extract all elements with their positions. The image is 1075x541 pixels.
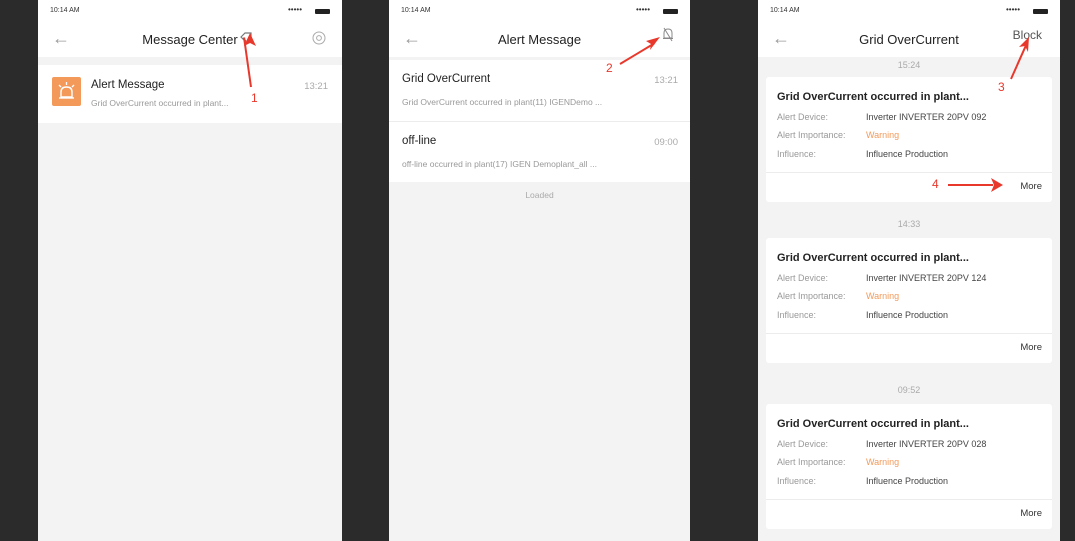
annotation-arrowhead [1019, 37, 1029, 52]
alert-card: Grid OverCurrent occurred in plant... Al… [766, 77, 1052, 202]
mute-bell-icon[interactable] [662, 27, 674, 42]
dark-gap [690, 0, 758, 541]
alert-card: Grid OverCurrent occurred in plant... Al… [766, 404, 1052, 529]
message-center-screen: 10:14 AM ••••• ← Message Center Alert Me… [38, 0, 342, 541]
status-bar: 10:14 AM ••••• [38, 0, 342, 22]
list-item-desc: Grid OverCurrent occurred in plant... [91, 98, 229, 108]
divider [766, 333, 1052, 334]
alert-importance-value: Warning [866, 291, 900, 301]
influence-value: Influence Production [866, 310, 949, 320]
alert-device-value: Inverter INVERTER 20PV 124 [866, 273, 987, 283]
alert-device-label: Alert Device: [777, 112, 829, 122]
battery-icon [315, 9, 330, 14]
alert-card-title: Grid OverCurrent occurred in plant... [777, 91, 969, 103]
alert-importance-label: Alert Importance: [777, 457, 846, 467]
nav-bar: ← Message Center [38, 22, 342, 57]
annotation-label: 2 [606, 61, 613, 75]
influence-value: Influence Production [866, 476, 949, 486]
divider [766, 499, 1052, 500]
list-item-time: 13:21 [654, 75, 678, 86]
more-link[interactable]: More [1020, 181, 1042, 192]
alert-card: Grid OverCurrent occurred in plant... Al… [766, 238, 1052, 363]
influence-value: Influence Production [866, 149, 949, 159]
list-item-title: off-line [402, 135, 437, 147]
more-link[interactable]: More [1020, 342, 1042, 353]
alert-device-value: Inverter INVERTER 20PV 092 [866, 112, 987, 122]
list-item-time: 13:21 [304, 81, 328, 92]
status-time: 10:14 AM [770, 7, 800, 14]
list-item-alert-message[interactable]: Alert Message Grid OverCurrent occurred … [38, 65, 342, 123]
list-item-desc: off-line occurred in plant(17) IGEN Demo… [402, 159, 597, 169]
status-bar: 10:14 AM ••••• [389, 0, 690, 22]
loaded-footer: Loaded [525, 190, 554, 200]
alert-card-title: Grid OverCurrent occurred in plant... [777, 252, 969, 264]
alert-device-label: Alert Device: [777, 273, 829, 283]
more-link[interactable]: More [1020, 508, 1042, 519]
alert-importance-label: Alert Importance: [777, 130, 846, 140]
grid-overcurrent-screen: 10:14 AM ••••• ← Grid OverCurrent Block … [758, 0, 1060, 541]
influence-label: Influence: [777, 149, 817, 159]
settings-icon[interactable] [312, 31, 326, 45]
alert-message-screen: 10:14 AM ••••• ← Alert Message Grid Over… [389, 0, 690, 541]
list-item-off-line[interactable]: off-line off-line occurred in plant(17) … [389, 122, 690, 182]
alert-importance-value: Warning [866, 130, 900, 140]
alert-device-label: Alert Device: [777, 439, 829, 449]
list-item-time: 09:00 [654, 137, 678, 148]
dark-gap [342, 0, 389, 541]
list-item-desc: Grid OverCurrent occurred in plant(11) I… [402, 97, 603, 107]
alert-icon [52, 77, 81, 106]
annotation-arrowhead [244, 33, 256, 46]
alert-importance-value: Warning [866, 457, 900, 467]
status-bar: 10:14 AM ••••• [758, 0, 1060, 22]
annotation-label: 3 [998, 80, 1005, 94]
battery-icon [1033, 9, 1048, 14]
alert-device-value: Inverter INVERTER 20PV 028 [866, 439, 987, 449]
signal-icon: ••••• [635, 5, 650, 14]
dark-gap [1060, 0, 1075, 541]
status-time: 10:14 AM [401, 7, 431, 14]
annotation-label: 4 [932, 177, 939, 191]
dark-gap [0, 0, 38, 541]
divider [766, 172, 1052, 173]
alert-card-title: Grid OverCurrent occurred in plant... [777, 418, 969, 430]
timestamp: 14:33 [897, 219, 921, 229]
influence-label: Influence: [777, 476, 817, 486]
status-time: 10:14 AM [50, 7, 80, 14]
signal-icon: ••••• [1005, 5, 1020, 14]
list-item-title: Alert Message [91, 79, 165, 91]
list-item-title: Grid OverCurrent [402, 73, 491, 85]
timestamp: 09:52 [897, 385, 921, 395]
page-title: Message Center [142, 32, 238, 47]
signal-icon: ••••• [287, 5, 302, 14]
alert-importance-label: Alert Importance: [777, 291, 846, 301]
influence-label: Influence: [777, 310, 817, 320]
annotation-arrowhead [991, 178, 1003, 192]
nav-bar: ← Grid OverCurrent Block [758, 22, 1060, 57]
battery-icon [663, 9, 678, 14]
annotation-arrow [948, 184, 993, 186]
annotation-arrowhead [646, 37, 660, 50]
annotation-label: 1 [251, 91, 258, 105]
list-item-grid-overcurrent[interactable]: Grid OverCurrent Grid OverCurrent occurr… [389, 60, 690, 122]
